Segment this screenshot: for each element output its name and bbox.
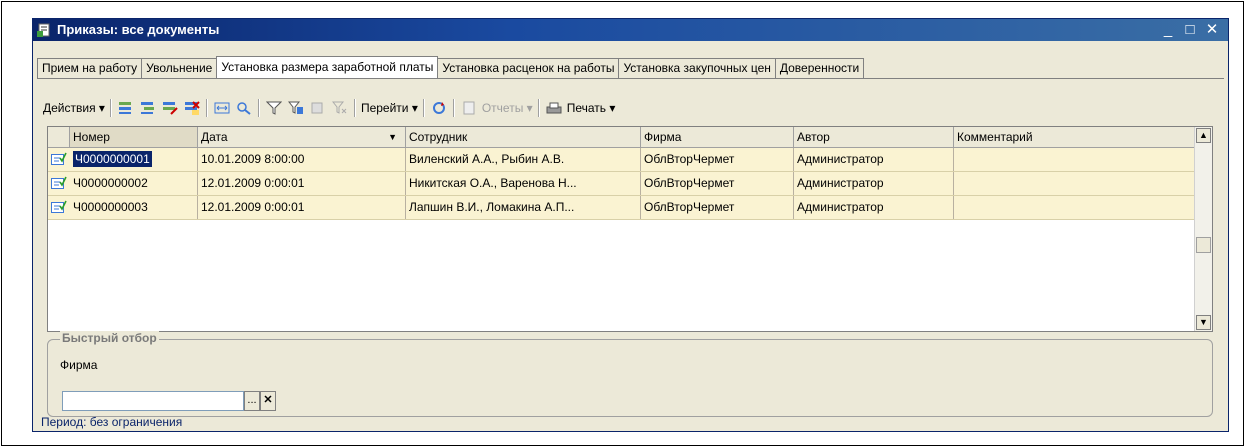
document-list-icon — [37, 23, 50, 37]
tab-salary[interactable]: Установка размера заработной платы — [216, 56, 439, 78]
firm-filter-label: Фирма — [60, 358, 98, 372]
cell-number[interactable]: Ч0000000002 — [70, 172, 198, 195]
icon-column-header — [48, 127, 70, 147]
cell-firm[interactable]: ОблВторЧермет — [641, 148, 794, 171]
delete-icon[interactable] — [183, 100, 201, 116]
window-title: Приказы: все документы — [57, 22, 220, 37]
column-date[interactable]: Дата ▼ — [198, 127, 406, 147]
column-date-label: Дата — [201, 130, 228, 144]
document-posted-icon — [51, 176, 67, 189]
toolbar-separator — [422, 99, 425, 117]
documents-table: Номер Дата ▼ Сотрудник Фирма Автор Комме… — [47, 126, 1213, 332]
sort-desc-icon: ▼ — [388, 132, 397, 142]
toolbar-separator — [452, 99, 455, 117]
filter-history-icon[interactable] — [309, 100, 327, 116]
cell-author[interactable]: Администратор — [794, 148, 954, 171]
table-row[interactable]: Ч0000000002 12.01.2009 0:00:01 Никитская… — [48, 172, 1195, 196]
quick-filter-legend: Быстрый отбор — [60, 331, 159, 345]
filter-list-icon[interactable] — [287, 100, 305, 116]
toolbar: Действия ▾ Перейти ▾ Отчеты ▾ Печать ▾ — [41, 97, 1220, 119]
cell-date[interactable]: 12.01.2009 0:00:01 — [198, 196, 406, 219]
cell-firm[interactable]: ОблВторЧермет — [641, 172, 794, 195]
filter-icon[interactable] — [265, 100, 283, 116]
tab-divider — [37, 78, 1224, 79]
actions-menu-button[interactable]: Действия ▾ — [41, 98, 107, 118]
firm-clear-button[interactable]: ✕ — [260, 391, 276, 411]
period-status-link[interactable]: Период: без ограничения — [41, 415, 182, 429]
cell-date[interactable]: 10.01.2009 8:00:00 — [198, 148, 406, 171]
add-icon[interactable] — [117, 100, 135, 116]
toolbar-separator — [205, 99, 208, 117]
toolbar-separator — [537, 99, 540, 117]
goto-menu-button[interactable]: Перейти ▾ — [359, 98, 420, 118]
table-row[interactable]: Ч0000000003 12.01.2009 0:00:01 Лапшин В.… — [48, 196, 1195, 220]
tab-work-rates[interactable]: Установка расценок на работы — [437, 58, 620, 78]
cell-employee[interactable]: Никитская О.А., Варенова Н... — [406, 172, 641, 195]
tab-hiring[interactable]: Прием на работу — [37, 58, 143, 78]
cell-comment[interactable] — [954, 172, 1195, 195]
toolbar-separator — [353, 99, 356, 117]
cell-comment[interactable] — [954, 148, 1195, 171]
clear-filter-icon[interactable] — [331, 100, 349, 116]
printer-icon — [545, 100, 563, 116]
title-bar[interactable]: Приказы: все документы _ □ ✕ — [33, 19, 1228, 41]
cell-number[interactable]: Ч0000000001 — [70, 148, 198, 171]
copy-icon[interactable] — [139, 100, 157, 116]
minimize-button[interactable]: _ — [1158, 21, 1178, 39]
column-comment[interactable]: Комментарий — [954, 127, 1195, 147]
cell-firm[interactable]: ОблВторЧермет — [641, 196, 794, 219]
tab-powers-of-attorney[interactable]: Доверенности — [774, 58, 865, 78]
document-posted-icon — [51, 200, 67, 213]
maximize-button[interactable]: □ — [1180, 21, 1200, 39]
toolbar-separator — [257, 99, 260, 117]
tab-bar: Прием на работу Увольнение Установка раз… — [37, 56, 865, 78]
close-button[interactable]: ✕ — [1202, 21, 1222, 39]
quick-filter-group: Быстрый отбор Фирма ... ✕ — [47, 331, 1213, 417]
cell-comment[interactable] — [954, 196, 1195, 219]
scroll-down-button[interactable]: ▼ — [1196, 315, 1211, 330]
document-posted-icon — [51, 152, 67, 165]
cell-employee[interactable]: Виленский А.А., Рыбин А.В. — [406, 148, 641, 171]
tab-purchase-prices[interactable]: Установка закупочных цен — [618, 58, 776, 78]
cell-employee[interactable]: Лапшин В.И., Ломакина А.П... — [406, 196, 641, 219]
vertical-scrollbar[interactable]: ▲ ▼ — [1194, 127, 1212, 331]
table-header: Номер Дата ▼ Сотрудник Фирма Автор Комме… — [48, 127, 1195, 148]
reports-icon — [460, 100, 478, 116]
refresh-icon[interactable] — [430, 100, 448, 116]
print-menu-button[interactable]: Печать ▾ — [565, 98, 618, 118]
column-firm[interactable]: Фирма — [641, 127, 794, 147]
toolbar-separator — [109, 99, 112, 117]
tab-dismissal[interactable]: Увольнение — [141, 58, 218, 78]
documents-window: Приказы: все документы _ □ ✕ Прием на ра… — [32, 18, 1229, 432]
interval-icon[interactable] — [213, 100, 231, 116]
edit-icon[interactable] — [161, 100, 179, 116]
column-number[interactable]: Номер — [70, 127, 198, 147]
cell-date[interactable]: 12.01.2009 0:00:01 — [198, 172, 406, 195]
search-icon[interactable] — [235, 100, 253, 116]
reports-menu-button[interactable]: Отчеты ▾ — [480, 98, 535, 118]
column-author[interactable]: Автор — [794, 127, 954, 147]
cell-author[interactable]: Администратор — [794, 196, 954, 219]
column-employee[interactable]: Сотрудник — [406, 127, 641, 147]
firm-filter-input[interactable] — [62, 391, 244, 411]
firm-select-button[interactable]: ... — [244, 391, 260, 411]
scroll-up-button[interactable]: ▲ — [1196, 128, 1211, 143]
cell-author[interactable]: Администратор — [794, 172, 954, 195]
scroll-thumb[interactable] — [1196, 237, 1211, 253]
cell-number[interactable]: Ч0000000003 — [70, 196, 198, 219]
table-row[interactable]: Ч0000000001 10.01.2009 8:00:00 Виленский… — [48, 148, 1195, 172]
